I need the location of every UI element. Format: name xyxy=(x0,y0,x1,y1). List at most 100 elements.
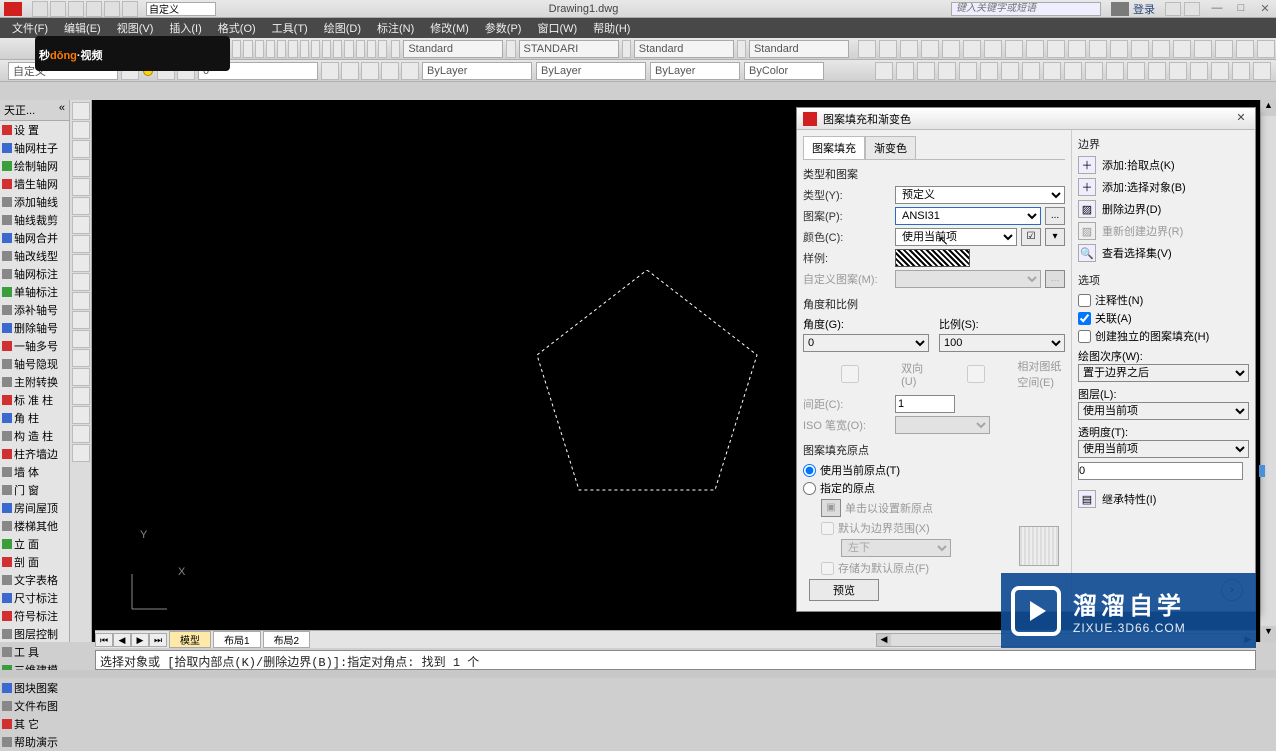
sidebar-item[interactable]: 轴改线型 xyxy=(0,247,69,265)
r7-icon[interactable] xyxy=(984,40,1002,58)
text-style-combo[interactable] xyxy=(403,40,503,58)
ellipse-icon[interactable] xyxy=(72,197,90,215)
ml-style-combo[interactable] xyxy=(749,40,849,58)
sidebar-item[interactable]: 轴线裁剪 xyxy=(0,211,69,229)
command-line[interactable]: 选择对象或 [拾取内部点(K)/删除边界(B)]:指定对角点: 找到 1 个 xyxy=(95,650,1256,670)
menu-param[interactable]: 参数(P) xyxy=(477,18,530,38)
p14-icon[interactable] xyxy=(1148,62,1166,80)
r3-icon[interactable] xyxy=(900,40,918,58)
menu-view[interactable]: 视图(V) xyxy=(109,18,162,38)
ray-icon[interactable] xyxy=(72,406,90,424)
sidebar-item[interactable]: 柱齐墙边 xyxy=(0,445,69,463)
sidebar-item[interactable]: 立 面 xyxy=(0,535,69,553)
sidebar-item[interactable]: 房间屋顶 xyxy=(0,499,69,517)
sidebar-item[interactable]: 添补轴号 xyxy=(0,301,69,319)
p17-icon[interactable] xyxy=(1211,62,1229,80)
r13-icon[interactable] xyxy=(1110,40,1128,58)
select-obj-label[interactable]: 添加:选择对象(B) xyxy=(1102,179,1186,195)
redo2-icon[interactable] xyxy=(322,40,331,58)
r17-icon[interactable] xyxy=(1194,40,1212,58)
sidebar-item[interactable]: 剖 面 xyxy=(0,553,69,571)
sidebar-item[interactable]: 标 准 柱 xyxy=(0,391,69,409)
maximize-button[interactable]: □ xyxy=(1230,2,1252,16)
scale-select[interactable]: 100 xyxy=(939,334,1065,352)
qat-redo-icon[interactable] xyxy=(104,1,120,17)
sidebar-item[interactable]: 添加轴线 xyxy=(0,193,69,211)
r11-icon[interactable] xyxy=(1068,40,1086,58)
exchange-icon[interactable] xyxy=(1165,2,1181,16)
r9-icon[interactable] xyxy=(1026,40,1044,58)
p19-icon[interactable] xyxy=(1253,62,1271,80)
sidebar-item[interactable]: 轴网合并 xyxy=(0,229,69,247)
pick-point-label[interactable]: 添加:拾取点(K) xyxy=(1102,157,1175,173)
p16-icon[interactable] xyxy=(1190,62,1208,80)
gradient-icon[interactable] xyxy=(72,444,90,462)
viewsel-icon[interactable]: 🔍 xyxy=(1078,244,1096,262)
viewsel-label[interactable]: 查看选择集(V) xyxy=(1102,245,1172,261)
sidebar-item[interactable]: 一轴多号 xyxy=(0,337,69,355)
inherit-label[interactable]: 继承特性(I) xyxy=(1102,491,1156,507)
plotstyle-combo[interactable] xyxy=(744,62,824,80)
sidebar-item[interactable]: 文字表格 xyxy=(0,571,69,589)
assoc-checkbox[interactable] xyxy=(1078,312,1091,325)
workspace-combo[interactable] xyxy=(146,2,216,16)
origin-spec-radio[interactable] xyxy=(803,482,816,495)
style-table-icon[interactable] xyxy=(622,40,631,58)
menu-tools[interactable]: 工具(T) xyxy=(264,18,316,38)
r2-icon[interactable] xyxy=(879,40,897,58)
r6-icon[interactable] xyxy=(963,40,981,58)
save-icon[interactable] xyxy=(243,40,252,58)
sidebar-item[interactable]: 墙 体 xyxy=(0,463,69,481)
layer-select[interactable]: 使用当前项 xyxy=(1078,402,1249,420)
style-ml-icon[interactable] xyxy=(737,40,746,58)
sidebar-item[interactable]: 文件布图 xyxy=(0,697,69,715)
hscroll-left-icon[interactable]: ◀ xyxy=(877,634,891,646)
p5-icon[interactable] xyxy=(959,62,977,80)
sidebar-item[interactable]: 主附转换 xyxy=(0,373,69,391)
inherit-icon[interactable]: ▤ xyxy=(1078,490,1096,508)
zoom-icon[interactable] xyxy=(344,40,353,58)
undo2-icon[interactable] xyxy=(311,40,320,58)
open-icon[interactable] xyxy=(232,40,241,58)
donut-icon[interactable] xyxy=(72,368,90,386)
p1-icon[interactable] xyxy=(875,62,893,80)
layout-first-button[interactable]: ⏮ xyxy=(95,633,113,647)
tp-icon[interactable] xyxy=(378,40,387,58)
login-button[interactable]: 登录 xyxy=(1111,1,1155,17)
dc-icon[interactable] xyxy=(367,40,376,58)
color-combo[interactable] xyxy=(422,62,532,80)
p8-icon[interactable] xyxy=(1022,62,1040,80)
pattern-browse-button[interactable]: ... xyxy=(1045,207,1065,225)
match-icon[interactable] xyxy=(300,40,309,58)
sidebar-item[interactable]: 设 置 xyxy=(0,121,69,139)
table-style-combo[interactable] xyxy=(634,40,734,58)
sidebar-item[interactable]: 其 它 xyxy=(0,715,69,733)
xline-icon[interactable] xyxy=(72,387,90,405)
p15-icon[interactable] xyxy=(1169,62,1187,80)
p9-icon[interactable] xyxy=(1043,62,1061,80)
r1-icon[interactable] xyxy=(858,40,876,58)
line-icon[interactable] xyxy=(72,102,90,120)
pattern-select[interactable]: ANSI31 xyxy=(895,207,1041,225)
scroll-up-icon[interactable]: ▲ xyxy=(1261,100,1276,116)
origin-current-radio[interactable] xyxy=(803,464,816,477)
sidebar-item[interactable]: 轴网柱子 xyxy=(0,139,69,157)
pick-point-icon[interactable]: ＋ xyxy=(1078,156,1096,174)
tab-model[interactable]: 模型 xyxy=(169,631,211,648)
scroll-down-icon[interactable]: ▼ xyxy=(1261,626,1276,642)
r8-icon[interactable] xyxy=(1005,40,1023,58)
help-icon[interactable] xyxy=(1184,2,1200,16)
r19-icon[interactable] xyxy=(1236,40,1254,58)
qat-open-icon[interactable] xyxy=(50,1,66,17)
sidebar-item[interactable]: 单轴标注 xyxy=(0,283,69,301)
preview-button[interactable]: 预览 xyxy=(809,579,879,601)
dialog-close-button[interactable]: ✕ xyxy=(1233,111,1249,127)
angle-select[interactable]: 0 xyxy=(803,334,929,352)
sidebar-item[interactable]: 图块图案 xyxy=(0,679,69,697)
layout-prev-button[interactable]: ◀ xyxy=(113,633,131,647)
transp-value-input[interactable] xyxy=(1078,462,1243,480)
annotative-checkbox[interactable] xyxy=(1078,294,1091,307)
hatch-icon[interactable] xyxy=(72,235,90,253)
help-search-input[interactable] xyxy=(951,2,1101,16)
block-icon[interactable] xyxy=(72,292,90,310)
